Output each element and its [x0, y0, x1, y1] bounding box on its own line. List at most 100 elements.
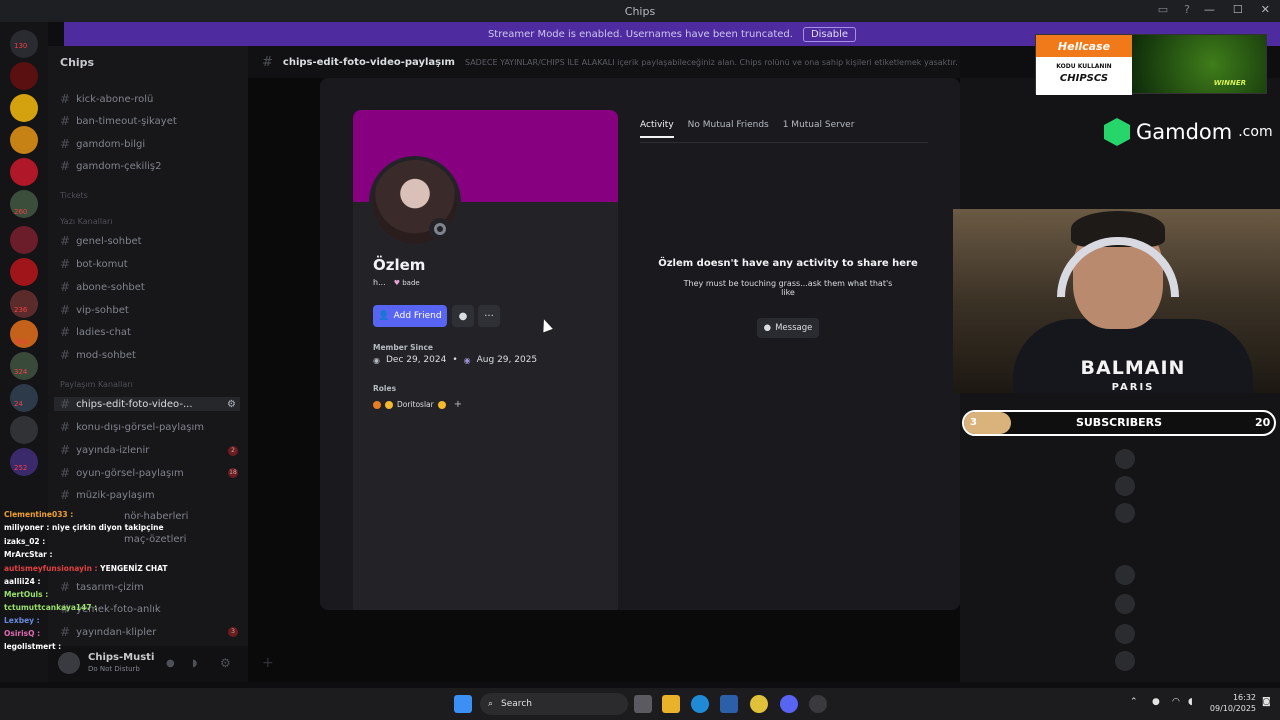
- settings-icon[interactable]: ⚙: [220, 656, 231, 670]
- chat-line: MrArcStar :: [4, 550, 53, 559]
- channel-label: gamdom-çekiliş2: [76, 160, 162, 172]
- close-button[interactable]: ✕: [1261, 3, 1270, 16]
- member-avatar[interactable]: [1115, 651, 1135, 671]
- chat-line: Clementine033 :: [4, 510, 74, 519]
- server-tag: ♥ bade: [394, 279, 420, 287]
- notifications-icon[interactable]: ◙: [1262, 697, 1271, 707]
- hellcase-sponsor-banner: Hellcase KODU KULLANIN CHIPSCS WINNER: [1035, 34, 1267, 95]
- tab-mutual-servers[interactable]: 1 Mutual Server: [783, 120, 855, 138]
- server-icon[interactable]: [10, 226, 38, 254]
- role-pill[interactable]: Doritoslar: [373, 400, 446, 409]
- chat-line: aallii24 :: [4, 577, 41, 586]
- app-icon[interactable]: [809, 695, 827, 713]
- channel-item[interactable]: # kick-abone-rolü: [60, 92, 153, 106]
- channel-topic[interactable]: SADECE YAYINLAR/CHIPS İLE ALAKALI içerik…: [465, 58, 958, 67]
- server-icon[interactable]: [10, 416, 38, 444]
- channel-item[interactable]: # oyun-görsel-paylaşım: [60, 466, 184, 480]
- channel-label: genel-sohbet: [76, 235, 142, 247]
- hash-icon: #: [60, 234, 71, 248]
- channel-label: konu-dışı-görsel-paylaşım: [76, 421, 204, 433]
- maximize-button[interactable]: ☐: [1233, 3, 1243, 16]
- channel-item[interactable]: # abone-sohbet: [60, 280, 145, 294]
- server-member-since: Aug 29, 2025: [476, 355, 538, 365]
- hash-icon: #: [60, 280, 71, 294]
- server-icon[interactable]: [10, 258, 38, 286]
- server-icon[interactable]: [10, 126, 38, 154]
- minimize-button[interactable]: —: [1204, 3, 1215, 16]
- channel-item[interactable]: # genel-sohbet: [60, 234, 142, 248]
- discord-icon[interactable]: [780, 695, 798, 713]
- channel-item[interactable]: # gamdom-çekiliş2: [60, 159, 161, 173]
- inbox-icon[interactable]: ▭: [1158, 3, 1168, 16]
- file-explorer-icon[interactable]: [662, 695, 680, 713]
- wifi-icon[interactable]: ◠: [1172, 697, 1180, 707]
- category-tickets[interactable]: Tickets: [60, 191, 88, 200]
- channel-header: # chips-edit-foto-video-paylaşım SADECE …: [248, 46, 960, 78]
- channel-item[interactable]: # vip-sohbet: [60, 303, 129, 317]
- roles-label: Roles: [373, 384, 397, 393]
- microphone-icon[interactable]: ●: [1152, 697, 1160, 707]
- member-avatar[interactable]: [1115, 594, 1135, 614]
- channel-item[interactable]: # gamdom-bilgi: [60, 137, 145, 151]
- member-avatar[interactable]: [1115, 503, 1135, 523]
- channel-item[interactable]: # mod-sohbet: [60, 348, 136, 362]
- taskbar-search[interactable]: ⌕ Search: [480, 693, 628, 715]
- channel-item[interactable]: # konu-dışı-görsel-paylaşım: [60, 420, 204, 434]
- role-color-dot: [373, 400, 381, 409]
- channel-label: abone-sohbet: [76, 281, 145, 293]
- member-avatar[interactable]: [1115, 449, 1135, 469]
- rail-count: 130: [14, 42, 28, 50]
- streamer-mode-text: Streamer Mode is enabled. Usernames have…: [487, 28, 793, 40]
- store-icon[interactable]: [720, 695, 738, 713]
- edge-icon[interactable]: [691, 695, 709, 713]
- server-icon[interactable]: [10, 62, 38, 90]
- current-user-status: Do Not Disturb: [88, 665, 140, 673]
- chrome-icon[interactable]: [750, 695, 768, 713]
- tab-activity[interactable]: Activity: [640, 120, 674, 138]
- channel-item[interactable]: # müzik-paylaşım: [60, 488, 155, 502]
- disable-streamer-mode-button[interactable]: Disable: [802, 26, 857, 42]
- hash-icon: #: [60, 92, 71, 106]
- member-avatar[interactable]: [1115, 565, 1135, 585]
- taskbar-clock[interactable]: 16:32 09/10/2025: [1206, 692, 1256, 714]
- help-icon[interactable]: ?: [1184, 3, 1190, 16]
- heart-icon: ♥: [393, 278, 400, 287]
- headphones-icon[interactable]: ◗: [192, 658, 197, 669]
- server-icon[interactable]: [10, 158, 38, 186]
- volume-icon[interactable]: ◖: [1188, 697, 1193, 707]
- channel-label: chips-edit-foto-video-...: [76, 398, 193, 410]
- profile-card: Özlem h... ♥ bade 👤 Add Friend ● ··· Mem…: [353, 110, 618, 610]
- add-role-button[interactable]: +: [454, 399, 462, 410]
- chat-line: izaks_02 :: [4, 537, 46, 546]
- channel-item[interactable]: # bot-komut: [60, 257, 128, 271]
- add-friend-label: Add Friend: [393, 311, 442, 321]
- microphone-icon[interactable]: ●: [166, 658, 175, 669]
- channel-label: vip-sohbet: [76, 304, 129, 316]
- member-avatar[interactable]: [1115, 476, 1135, 496]
- channel-item[interactable]: # ban-timeout-şikayet: [60, 114, 177, 128]
- category-yazi-kanallari[interactable]: Yazı Kanalları: [60, 217, 113, 226]
- channel-item[interactable]: # ladies-chat: [60, 325, 131, 339]
- hash-icon: #: [60, 420, 71, 434]
- member-avatar[interactable]: [1115, 624, 1135, 644]
- channel-item-selected[interactable]: # chips-edit-foto-video-... ⚙: [54, 397, 240, 411]
- category-paylasim-kanallari[interactable]: Paylaşım Kanalları: [60, 380, 133, 389]
- chevron-up-icon[interactable]: ⌃: [1130, 697, 1138, 707]
- more-options-button[interactable]: ···: [478, 305, 500, 327]
- windows-start-icon[interactable]: [454, 695, 472, 713]
- channel-item[interactable]: # yayında-izlenir: [60, 443, 149, 457]
- server-icon[interactable]: [10, 94, 38, 122]
- rail-count: 384: [14, 338, 28, 346]
- chat-bubble-icon: ●: [763, 323, 772, 333]
- server-name[interactable]: Chips: [60, 56, 94, 69]
- hellcase-code-caption: KODU KULLANIN: [1056, 63, 1112, 70]
- window-title-bar: Chips ▭ ? — ☐ ✕: [0, 0, 1280, 22]
- task-view-icon[interactable]: [634, 695, 652, 713]
- message-icon-button[interactable]: ●: [452, 305, 474, 327]
- stream-chat-overlay: Clementine033 : miliyoner : niye çirkin …: [0, 508, 240, 658]
- hash-icon: #: [262, 54, 273, 70]
- gear-icon[interactable]: ⚙: [227, 399, 236, 410]
- message-button[interactable]: ● Message: [757, 318, 819, 338]
- tab-mutual-friends[interactable]: No Mutual Friends: [688, 120, 769, 138]
- add-friend-button[interactable]: 👤 Add Friend: [373, 305, 447, 327]
